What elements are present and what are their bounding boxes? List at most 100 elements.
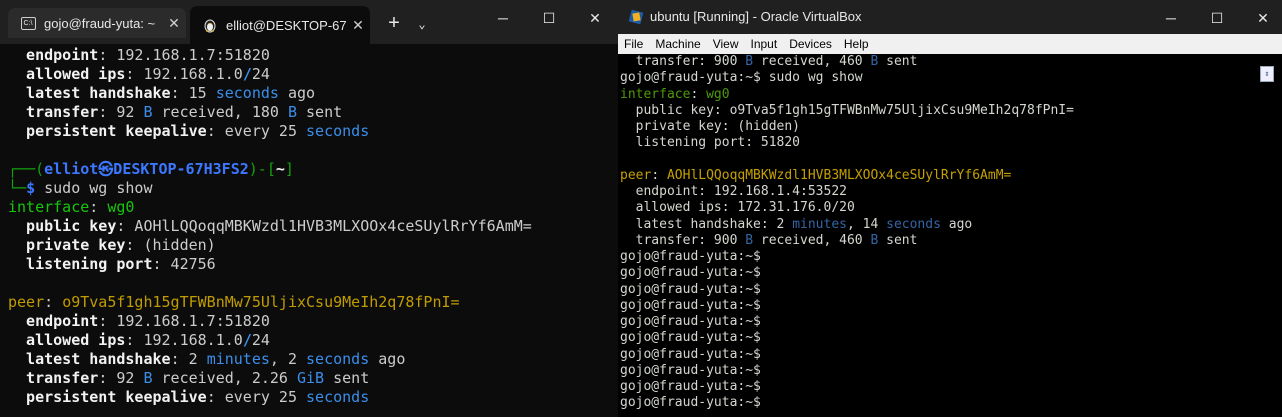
close-window-button[interactable]: ✕ <box>1240 0 1282 36</box>
text-segment: seconds <box>886 216 941 232</box>
text-segment: seconds <box>306 350 370 368</box>
text-segment: latest handshake <box>8 84 171 102</box>
terminal-line: allowed ips: 172.31.176.0/20 <box>620 200 1074 216</box>
menu-input[interactable]: Input <box>745 37 784 51</box>
terminal-line: gojo@fraud-yuta:~$ <box>620 298 1074 314</box>
text-segment: listening port <box>8 255 153 273</box>
text-segment: endpoint <box>8 46 99 64</box>
text-segment: B <box>287 103 297 121</box>
text-segment: : AOHlLQQoqqMBKWzdl1HVB3MLXOOx4ceSUylRrY… <box>116 217 532 235</box>
text-segment: sent <box>878 54 918 69</box>
terminal-line: gojo@fraud-yuta:~$ <box>620 363 1074 379</box>
maximize-button[interactable]: ☐ <box>526 0 572 36</box>
tab-gojo[interactable]: C:\ gojo@fraud-yuta: ~ ✕ <box>8 8 186 38</box>
text-segment: sent <box>297 103 343 121</box>
text-segment: persistent keepalive <box>8 388 207 406</box>
windows-terminal-window: C:\ gojo@fraud-yuta: ~ ✕ elliot@DESKTOP-… <box>0 0 618 417</box>
vm-screen[interactable]: transfer: 900 B received, 460 B sent gojo… <box>618 54 1282 417</box>
text-segment: / <box>242 65 252 83</box>
close-tab-icon[interactable]: ✕ <box>346 17 370 34</box>
text-segment: gojo@fraud-yuta:~$ <box>620 297 761 313</box>
terminal-line: endpoint: 192.168.1.7:51820 <box>8 312 618 331</box>
text-segment: transfer: 900 <box>620 232 746 248</box>
text-segment: B <box>143 103 153 121</box>
text-segment: : <box>690 86 707 102</box>
terminal-line: listening port: 42756 <box>8 255 618 274</box>
terminal-line: gojo@fraud-yuta:~$ <box>620 347 1074 363</box>
terminal-line: endpoint: 192.168.1.7:51820 <box>8 46 618 65</box>
text-segment: sudo wg show <box>35 179 153 197</box>
text-segment: allowed ips: 172.31.176.0/20 <box>620 200 855 216</box>
close-tab-icon[interactable]: ✕ <box>162 15 186 32</box>
menu-help[interactable]: Help <box>838 37 875 51</box>
terminal-line: gojo@fraud-yuta:~$ <box>620 282 1074 298</box>
menu-view[interactable]: View <box>707 37 745 51</box>
text-segment: B <box>143 369 153 387</box>
menu-file[interactable]: File <box>618 37 649 51</box>
text-segment: )-[ <box>248 160 276 178</box>
terminal-line: transfer: 92 B received, 2.26 GiB sent <box>8 369 618 388</box>
minimize-button[interactable]: ─ <box>480 0 526 36</box>
maximize-button[interactable]: ☐ <box>1194 0 1240 36</box>
text-segment: gojo@fraud-yuta:~$ sudo wg show <box>620 70 863 86</box>
text-segment: received, 180 <box>152 103 288 121</box>
text-segment: : 2 <box>170 350 207 368</box>
linux-penguin-icon <box>202 17 218 33</box>
text-segment: GiB <box>297 369 325 387</box>
text-segment: , 14 <box>846 216 887 232</box>
virtualbox-icon <box>628 9 644 25</box>
text-segment: ago <box>278 84 316 102</box>
menu-machine[interactable]: Machine <box>649 37 706 51</box>
text-segment: allowed ips <box>8 65 126 83</box>
terminal-line: gojo@fraud-yuta:~$ <box>620 249 1074 265</box>
terminal-line: gojo@fraud-yuta:~$ <box>620 314 1074 330</box>
text-segment: : 92 <box>98 369 144 387</box>
text-segment: private key: (hidden) <box>620 119 801 134</box>
window-title: ubuntu [Running] - Oracle VirtualBox <box>650 9 862 24</box>
text-segment: endpoint <box>8 312 99 330</box>
text-segment: transfer <box>8 103 99 121</box>
terminal-line: gojo@fraud-yuta:~$ sudo wg show <box>620 70 1074 86</box>
tab-elliot[interactable]: elliot@DESKTOP-67H3FS2: ~ ✕ <box>190 6 370 44</box>
close-window-button[interactable]: ✕ <box>572 0 618 36</box>
terminal-line: endpoint: 192.168.1.4:53522 <box>620 184 1074 200</box>
text-segment: seconds <box>306 122 370 140</box>
tab-label: elliot@DESKTOP-67H3FS2: ~ <box>226 17 346 33</box>
tab-dropdown-button[interactable]: ⌄ <box>410 12 434 36</box>
new-tab-button[interactable]: + <box>382 12 406 36</box>
text-segment: gojo@fraud-yuta:~$ <box>620 362 761 378</box>
terminal-line: peer: AOHlLQQoqqMBKWzdl1HVB3MLXOOx4ceSUy… <box>620 168 1074 184</box>
text-segment: latest handshake: 2 <box>620 216 793 232</box>
text-segment: public key: o9Tva5f1gh15gTFWBnMw75UljixC… <box>620 102 1074 118</box>
terminal-output[interactable]: endpoint: 192.168.1.7:51820 allowed ips:… <box>8 46 618 407</box>
text-segment: endpoint: 192.168.1.4:53522 <box>620 184 847 199</box>
terminal-line: private key: (hidden) <box>8 236 618 255</box>
terminal-line: gojo@fraud-yuta:~$ <box>620 395 1074 411</box>
terminal-line: ┌──(elliot㉿DESKTOP-67H3FS2)-[~] <box>8 160 618 179</box>
cmd-icon: C:\ <box>20 15 36 31</box>
text-segment: peer <box>620 167 652 183</box>
text-segment: gojo@fraud-yuta:~$ <box>620 314 761 329</box>
terminal-line: latest handshake: 2 minutes, 14 seconds … <box>620 217 1074 233</box>
text-segment: transfer: 900 <box>620 54 746 69</box>
terminal-line: listening port: 51820 <box>620 135 1074 151</box>
vm-console-output[interactable]: transfer: 900 B received, 460 B sent gojo… <box>620 54 1074 412</box>
terminal-line: transfer: 900 B received, 460 B sent <box>620 233 1074 249</box>
text-segment: gojo@fraud-yuta:~$ <box>620 281 761 297</box>
text-segment: 24 <box>251 65 270 83</box>
text-segment: AOHlLQQoqqMBKWzdl1HVB3MLXOOx4ceSUylRrYf6… <box>666 167 1012 183</box>
text-segment: $ <box>26 179 36 197</box>
minimize-button[interactable]: ─ <box>1148 0 1194 36</box>
text-segment: : 15 <box>170 84 216 102</box>
text-segment: interface <box>8 198 90 216</box>
text-segment: sent <box>324 369 370 387</box>
text-segment: : every 25 <box>206 388 307 406</box>
text-segment: allowed ips <box>8 331 126 349</box>
menu-devices[interactable]: Devices <box>783 37 838 51</box>
text-segment: private key <box>8 236 126 254</box>
text-segment: gojo@fraud-yuta:~$ <box>620 346 761 362</box>
text-segment: latest handshake <box>8 350 171 368</box>
